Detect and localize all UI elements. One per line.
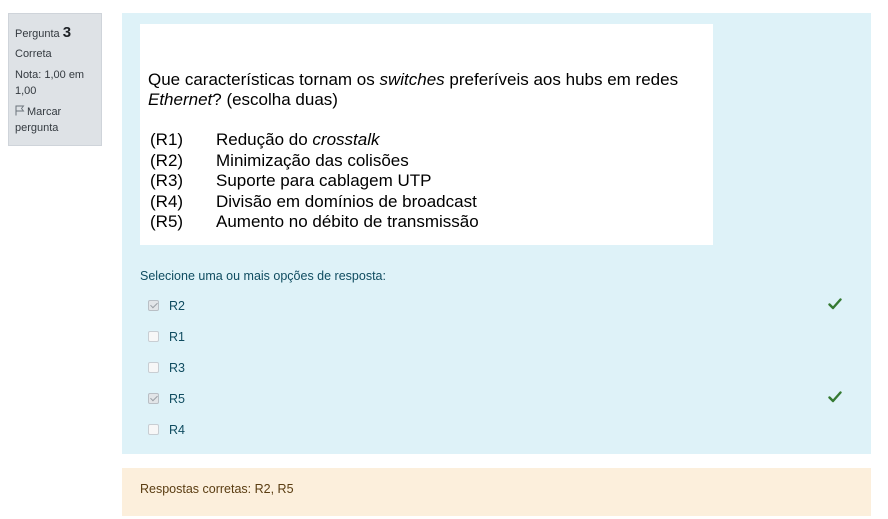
- answer-list: R2 R1 R3 R5 R4: [140, 290, 860, 445]
- answer-option[interactable]: R2: [140, 290, 860, 321]
- answer-option[interactable]: R5: [140, 383, 860, 414]
- answer-label: R5: [169, 391, 185, 406]
- option-line: (R3) Suporte para cablagem UTP: [148, 171, 705, 192]
- option-line: (R1) Redução do crosstalk: [148, 130, 705, 151]
- flag-icon: [15, 105, 25, 116]
- answer-option[interactable]: R3: [140, 352, 860, 383]
- answer-checkbox[interactable]: [148, 424, 159, 435]
- question-content: Que características tornam os switches p…: [122, 13, 871, 454]
- answer-prompt: Selecione uma ou mais opções de resposta…: [140, 269, 386, 283]
- option-text-italic: crosstalk: [312, 130, 380, 149]
- option-code: (R2): [150, 150, 184, 170]
- question-label: Pergunta: [15, 28, 60, 40]
- answer-checkbox[interactable]: [148, 331, 159, 342]
- answer-checkbox[interactable]: [148, 393, 159, 404]
- answer-label: R3: [169, 360, 185, 375]
- question-text-part-1: Que características tornam os: [148, 70, 380, 89]
- option-code: (R1): [150, 130, 184, 149]
- answer-checkbox[interactable]: [148, 362, 159, 373]
- question-number: 3: [62, 24, 72, 41]
- correct-check-icon: [828, 391, 842, 403]
- answer-label: R4: [169, 422, 185, 437]
- option-code: (R5): [150, 212, 184, 231]
- answer-label: R1: [169, 329, 185, 344]
- question-text-part-3: preferíveis aos hubs em redes: [444, 70, 679, 89]
- option-text: Divisão em domínios de broadcast: [216, 191, 477, 211]
- question-text-part-5: ? (escolha duas): [212, 90, 338, 109]
- option-line: (R5) Aumento no débito de transmissão: [148, 212, 705, 233]
- correct-check-icon: [828, 298, 842, 310]
- option-text: Redução do crosstalk: [216, 130, 379, 151]
- flag-question-link[interactable]: Marcar pergunta: [15, 105, 95, 136]
- option-text: Aumento no débito de transmissão: [216, 212, 479, 231]
- answer-checkbox[interactable]: [148, 300, 159, 311]
- option-code: (R4): [150, 191, 184, 211]
- answer-option[interactable]: R4: [140, 414, 860, 445]
- answer-label: R2: [169, 298, 185, 313]
- option-line: (R4) Divisão em domínios de broadcast: [148, 192, 705, 213]
- option-line: (R2) Minimização das colisões: [148, 151, 705, 172]
- option-text: Suporte para cablagem UTP: [216, 171, 432, 190]
- question-number-row: Pergunta 3: [15, 22, 95, 43]
- right-answer-text: Respostas corretas: R2, R5: [140, 482, 294, 496]
- question-image: Que características tornam os switches p…: [140, 24, 713, 245]
- option-text-plain: Redução do: [216, 130, 313, 149]
- option-text: Minimização das colisões: [216, 150, 409, 170]
- question-text: Que características tornam os switches p…: [148, 70, 705, 110]
- answer-option[interactable]: R1: [140, 321, 860, 352]
- option-code: (R3): [150, 171, 184, 190]
- question-state: Correta: [15, 48, 52, 60]
- question-grade: Nota: 1,00 em 1,00: [15, 69, 85, 97]
- question-text-part-4: Ethernet: [148, 90, 213, 109]
- question-text-part-2: switches: [379, 70, 445, 89]
- right-answer-feedback: Respostas corretas: R2, R5: [122, 468, 871, 516]
- question-info-panel: Pergunta 3 Correta Nota: 1,00 em 1,00 Ma…: [8, 13, 102, 146]
